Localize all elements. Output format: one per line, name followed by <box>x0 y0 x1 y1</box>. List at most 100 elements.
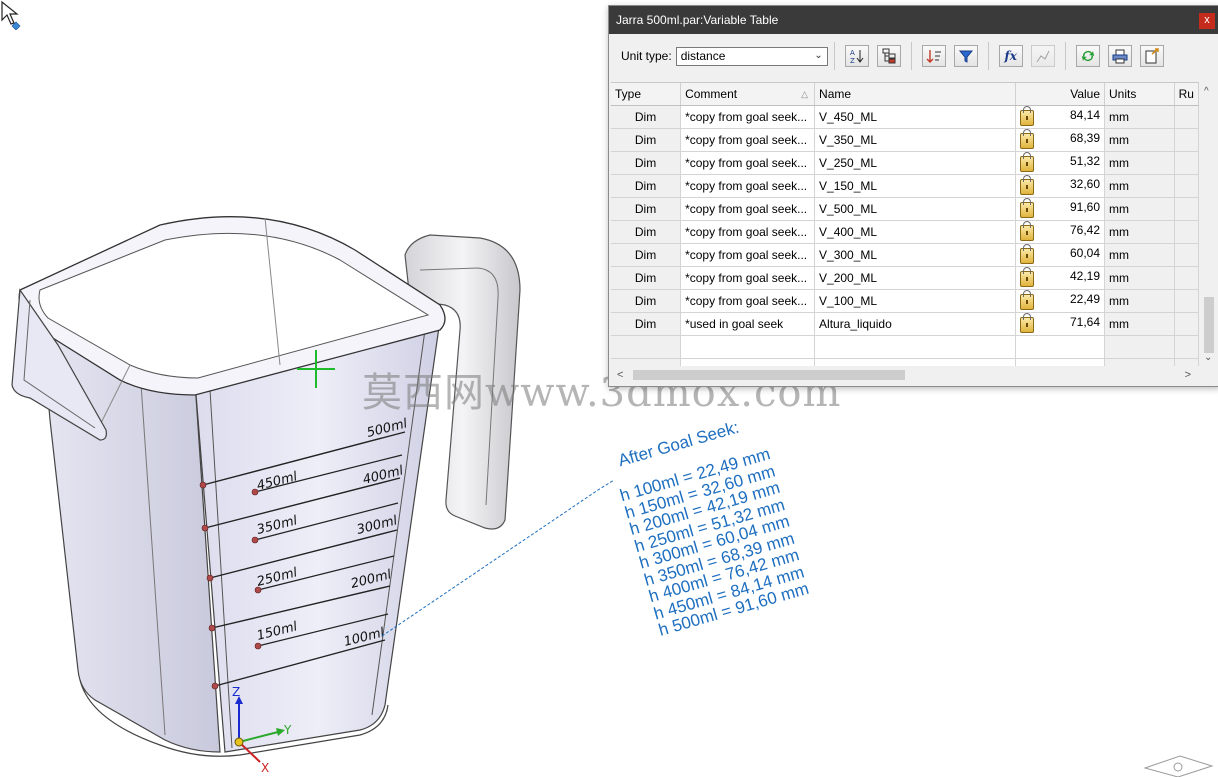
cell-comment[interactable]: *copy from goal seek... <box>680 197 816 221</box>
cell-units[interactable]: mm <box>1104 151 1175 175</box>
cell-name[interactable]: Altura_liquido <box>814 312 1016 336</box>
cell-rules[interactable] <box>1174 220 1199 244</box>
cell-type[interactable]: Dim <box>611 266 682 290</box>
cell-units[interactable]: mm <box>1104 174 1175 198</box>
cell-type[interactable]: Dim <box>611 289 682 313</box>
cell-units[interactable]: mm <box>1104 312 1175 336</box>
lock-icon[interactable] <box>1019 313 1034 333</box>
cell-comment[interactable]: *used in goal seek <box>680 312 816 336</box>
column-header-comment[interactable]: Comment △ <box>680 83 816 106</box>
scroll-down-icon[interactable]: ⌄ <box>1204 352 1212 363</box>
tree-view-button[interactable] <box>876 45 901 67</box>
empty-cell[interactable] <box>1104 335 1175 359</box>
cell-name[interactable]: V_350_ML <box>814 128 1016 152</box>
cell-units[interactable]: mm <box>1104 105 1175 129</box>
filter-button[interactable] <box>953 45 978 67</box>
column-header-value[interactable]: Value <box>1015 83 1106 106</box>
cell-type[interactable]: Dim <box>611 312 682 336</box>
cell-name[interactable]: V_200_ML <box>814 266 1016 290</box>
lock-icon[interactable] <box>1019 244 1034 264</box>
cell-rules[interactable] <box>1174 174 1199 198</box>
cell-name[interactable]: V_100_ML <box>814 289 1016 313</box>
horizontal-scroll-thumb[interactable] <box>633 370 905 380</box>
cell-comment[interactable]: *copy from goal seek... <box>680 243 816 267</box>
table-row[interactable]: Dim *copy from goal seek... V_300_ML 60,04 m… <box>611 243 1199 267</box>
table-row[interactable]: Dim *copy from goal seek... V_500_ML 91,60 m… <box>611 197 1199 221</box>
empty-cell[interactable] <box>1174 335 1199 359</box>
vertical-scrollbar[interactable]: ^ ⌄ <box>1201 82 1217 366</box>
refresh-button[interactable] <box>1075 45 1100 67</box>
cell-value[interactable]: 84,14 <box>1015 105 1106 129</box>
chart-button[interactable] <box>1030 45 1055 67</box>
cell-name[interactable]: V_300_ML <box>814 243 1016 267</box>
cell-rules[interactable] <box>1174 197 1199 221</box>
table-row[interactable]: Dim *copy from goal seek... V_400_ML 76,42 m… <box>611 220 1199 244</box>
vertical-scroll-thumb[interactable] <box>1204 297 1214 353</box>
cell-name[interactable]: V_250_ML <box>814 151 1016 175</box>
cell-rules[interactable] <box>1174 105 1199 129</box>
lock-icon[interactable] <box>1019 152 1034 172</box>
lock-icon[interactable] <box>1019 267 1034 287</box>
scroll-right-icon[interactable]: > <box>1185 369 1191 381</box>
sort-order-button[interactable] <box>921 45 946 67</box>
close-button[interactable]: x <box>1199 13 1215 29</box>
cell-comment[interactable]: *copy from goal seek... <box>680 220 816 244</box>
cell-type[interactable]: Dim <box>611 151 682 175</box>
cell-value[interactable]: 60,04 <box>1015 243 1106 267</box>
formula-button[interactable]: fx <box>998 45 1023 67</box>
cell-value[interactable]: 32,60 <box>1015 174 1106 198</box>
cell-rules[interactable] <box>1174 289 1199 313</box>
cell-value[interactable]: 68,39 <box>1015 128 1106 152</box>
window-titlebar[interactable]: Jarra 500ml.par:Variable Table x <box>609 6 1218 34</box>
export-button[interactable] <box>1139 45 1164 67</box>
column-header-type[interactable]: Type <box>611 83 682 106</box>
cell-value[interactable]: 42,19 <box>1015 266 1106 290</box>
column-header-rules[interactable]: Ru <box>1174 83 1199 106</box>
scroll-up-icon[interactable]: ^ <box>1204 86 1209 97</box>
cell-comment[interactable]: *copy from goal seek... <box>680 128 816 152</box>
table-row[interactable]: Dim *copy from goal seek... V_250_ML 51,32 m… <box>611 151 1199 175</box>
empty-row[interactable] <box>611 335 1199 359</box>
cell-name[interactable]: V_500_ML <box>814 197 1016 221</box>
print-button[interactable] <box>1107 45 1132 67</box>
cell-value[interactable]: 91,60 <box>1015 197 1106 221</box>
cell-units[interactable]: mm <box>1104 220 1175 244</box>
cell-value[interactable]: 71,64 <box>1015 312 1106 336</box>
empty-cell[interactable] <box>1015 335 1106 359</box>
table-row[interactable]: Dim *copy from goal seek... V_450_ML 84,14 m… <box>611 105 1199 129</box>
cell-type[interactable]: Dim <box>611 220 682 244</box>
horizontal-scrollbar[interactable]: < > <box>611 366 1201 384</box>
cell-rules[interactable] <box>1174 151 1199 175</box>
unit-type-select[interactable]: distance ⌄ <box>675 46 828 66</box>
lock-icon[interactable] <box>1019 198 1034 218</box>
cell-value[interactable]: 22,49 <box>1015 289 1106 313</box>
cell-type[interactable]: Dim <box>611 174 682 198</box>
table-row[interactable]: Dim *copy from goal seek... V_100_ML 22,49 m… <box>611 289 1199 313</box>
sort-az-button[interactable]: A Z <box>844 45 869 67</box>
lock-icon[interactable] <box>1019 290 1034 310</box>
cell-rules[interactable] <box>1174 266 1199 290</box>
cell-name[interactable]: V_450_ML <box>814 105 1016 129</box>
cell-units[interactable]: mm <box>1104 289 1175 313</box>
cell-comment[interactable]: *copy from goal seek... <box>680 266 816 290</box>
lock-icon[interactable] <box>1019 106 1034 126</box>
empty-cell[interactable] <box>814 335 1016 359</box>
scroll-left-icon[interactable]: < <box>617 369 623 381</box>
cell-type[interactable]: Dim <box>611 105 682 129</box>
lock-icon[interactable] <box>1019 175 1034 195</box>
cell-type[interactable]: Dim <box>611 197 682 221</box>
cell-rules[interactable] <box>1174 243 1199 267</box>
cell-name[interactable]: V_400_ML <box>814 220 1016 244</box>
cell-units[interactable]: mm <box>1104 197 1175 221</box>
cell-units[interactable]: mm <box>1104 128 1175 152</box>
cell-comment[interactable]: *copy from goal seek... <box>680 289 816 313</box>
variable-grid[interactable]: Type Comment △ Name Value Units Ru Dim *co… <box>611 82 1199 367</box>
table-row[interactable]: Dim *used in goal seek Altura_liquido 71,64… <box>611 312 1199 336</box>
cell-units[interactable]: mm <box>1104 243 1175 267</box>
cell-value[interactable]: 51,32 <box>1015 151 1106 175</box>
empty-cell[interactable] <box>611 335 682 359</box>
empty-cell[interactable] <box>680 335 816 359</box>
table-row[interactable]: Dim *copy from goal seek... V_350_ML 68,39 m… <box>611 128 1199 152</box>
table-row[interactable]: Dim *copy from goal seek... V_200_ML 42,19 m… <box>611 266 1199 290</box>
cell-type[interactable]: Dim <box>611 243 682 267</box>
